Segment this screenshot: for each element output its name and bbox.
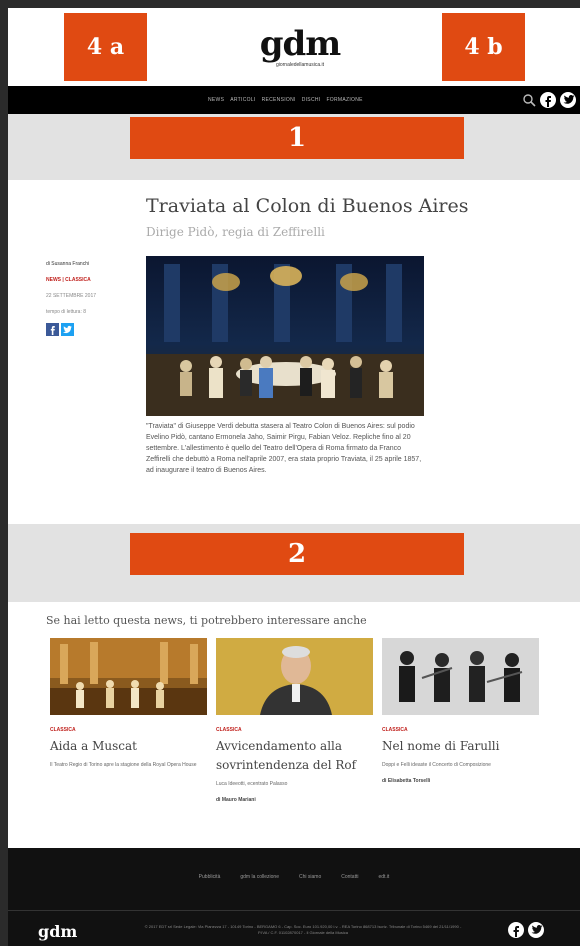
related-card[interactable]: CLASSICA Avvicendamento alla sovrintende… bbox=[216, 638, 373, 803]
twitter-share-icon[interactable] bbox=[61, 323, 74, 336]
footer-logo[interactable]: gdm bbox=[38, 922, 77, 941]
ad-slot-4b[interactable]: 4 b bbox=[442, 13, 525, 81]
nav-item-formazione[interactable]: FORMAZIONE bbox=[326, 97, 362, 103]
footer-link-pubblicita[interactable]: Pubblicità bbox=[199, 874, 221, 880]
ad-slot-2[interactable]: 2 bbox=[130, 533, 464, 575]
footer: Pubblicità gdm la collezione Chi siamo C… bbox=[8, 848, 580, 946]
logo-text: gdm bbox=[259, 24, 342, 64]
related-card[interactable]: CLASSICA Aida a Muscat Il Teatro Regio d… bbox=[50, 638, 207, 769]
search-icon[interactable] bbox=[522, 93, 536, 107]
facebook-share-icon[interactable] bbox=[46, 323, 59, 336]
related-card-title[interactable]: Avvicendamento alla sovrintendenza del R… bbox=[216, 737, 373, 775]
quartet-illustration bbox=[382, 638, 539, 715]
share-icons bbox=[46, 323, 74, 336]
ad-slot-4a-label: 4 a bbox=[86, 34, 125, 60]
page: 4 a gdm giornaledellamusica.it 4 b NEWS … bbox=[8, 8, 580, 946]
facebook-icon[interactable] bbox=[540, 92, 556, 108]
footer-social bbox=[508, 922, 544, 938]
opera-stage-illustration bbox=[146, 256, 424, 416]
article-subtitle: Dirige Pidò, regia di Zeffirelli bbox=[146, 225, 325, 239]
related-card-category[interactable]: CLASSICA bbox=[382, 727, 539, 733]
related-card-summary: Luca Ideeotti, ecentrato Palasso bbox=[216, 781, 288, 787]
article-photo bbox=[146, 256, 424, 416]
ad-slot-4a[interactable]: 4 a bbox=[64, 13, 147, 81]
footer-link-collezione[interactable]: gdm la collezione bbox=[240, 874, 279, 880]
related-card-author[interactable]: di Elisabetta Torselli bbox=[382, 778, 539, 784]
header: 4 a gdm giornaledellamusica.it 4 b bbox=[8, 8, 580, 84]
related-card-category[interactable]: CLASSICA bbox=[50, 727, 207, 733]
article-reading-time: tempo di lettura: 8 bbox=[46, 309, 87, 315]
main-nav: NEWS ARTICOLI RECENSIONI DISCHI FORMAZIO… bbox=[8, 86, 580, 114]
related-card-image bbox=[50, 638, 207, 715]
footer-link-edt[interactable]: edt.it bbox=[378, 874, 389, 880]
related-card-summary: Doppi e Felli ideaste il Concerto di Com… bbox=[382, 762, 491, 768]
nav-icons bbox=[522, 92, 576, 108]
nav-item-articoli[interactable]: ARTICOLI bbox=[230, 97, 255, 103]
related-card-title[interactable]: Aida a Muscat bbox=[50, 737, 207, 756]
nav-item-dischi[interactable]: DISCHI bbox=[302, 97, 321, 103]
facebook-icon[interactable] bbox=[508, 922, 524, 938]
nav-item-recensioni[interactable]: RECENSIONI bbox=[262, 97, 296, 103]
nav-item-news[interactable]: NEWS bbox=[208, 97, 224, 103]
aida-stage-illustration bbox=[50, 638, 207, 715]
related-card-image bbox=[382, 638, 539, 715]
footer-divider bbox=[8, 910, 580, 911]
ad-slot-4b-label: 4 b bbox=[464, 34, 503, 60]
related-card[interactable]: CLASSICA Nel nome di Farulli Doppi e Fel… bbox=[382, 638, 539, 784]
twitter-icon[interactable] bbox=[528, 922, 544, 938]
site-logo[interactable]: gdm giornaledellamusica.it bbox=[252, 26, 348, 76]
footer-copyright: © 2017 EDT srl Sede Legale: Via Pianezza… bbox=[144, 924, 462, 935]
portrait-illustration bbox=[216, 638, 373, 715]
article-date: 22 SETTEMBRE 2017 bbox=[46, 293, 97, 299]
article-author[interactable]: di Susanna Franchi bbox=[46, 261, 89, 267]
related-heading: Se hai letto questa news, ti potrebbero … bbox=[46, 614, 367, 627]
article-body: "Traviata" di Giuseppe Verdi debutta sta… bbox=[146, 423, 422, 474]
related-card-image bbox=[216, 638, 373, 715]
related-card-title[interactable]: Nel nome di Farulli bbox=[382, 737, 539, 756]
related-card-summary: Il Teatro Regio di Torino apre la stagio… bbox=[50, 762, 197, 768]
ad-slot-1-label: 1 bbox=[287, 123, 307, 153]
nav-menu: NEWS ARTICOLI RECENSIONI DISCHI FORMAZIO… bbox=[208, 86, 363, 114]
ad-slot-2-label: 2 bbox=[287, 539, 307, 569]
twitter-icon[interactable] bbox=[560, 92, 576, 108]
ad-slot-1[interactable]: 1 bbox=[130, 117, 464, 159]
footer-link-chi-siamo[interactable]: Chi siamo bbox=[299, 874, 321, 880]
related-card-author[interactable]: di Mauro Mariani bbox=[216, 797, 373, 803]
article-title: Traviata al Colon di Buenos Aires bbox=[146, 195, 469, 217]
footer-links: Pubblicità gdm la collezione Chi siamo C… bbox=[8, 874, 580, 880]
article-categories[interactable]: NEWS | CLASSICA bbox=[46, 277, 91, 283]
related-card-category[interactable]: CLASSICA bbox=[216, 727, 373, 733]
footer-link-contatti[interactable]: Contatti bbox=[341, 874, 358, 880]
